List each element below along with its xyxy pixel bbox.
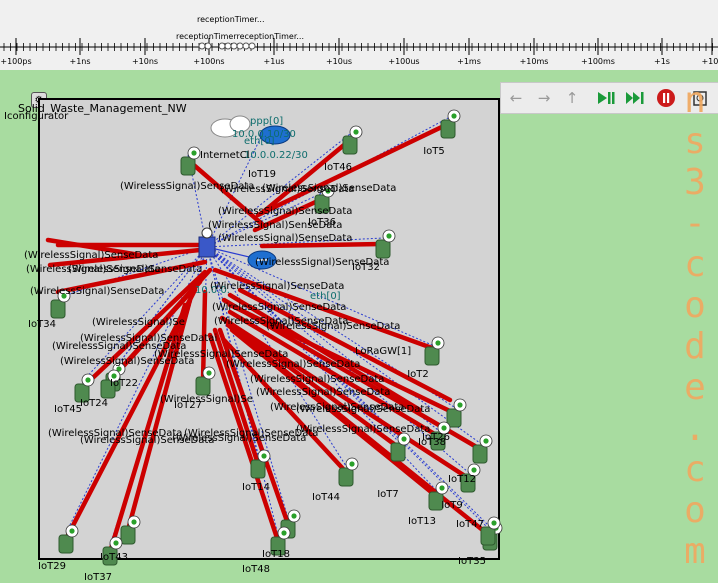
signal-label: (WirelessSignal)SenseData [68,264,202,275]
watermark-char: s [684,121,706,162]
watermark-char: o [684,490,706,531]
network-annotation: LoRaGW[1] [355,346,411,357]
watermark-char: 3 [684,162,706,203]
iot-label: IoT35 [458,556,486,567]
iot-node[interactable] [424,336,445,366]
iot-node[interactable] [195,366,216,396]
iot-label: IoT47 [456,519,484,530]
watermark-char: c [684,244,706,285]
signal-label: (WirelessSignal)SenseData [218,233,352,244]
signal-label: (WirelessSignal)SenseData [218,206,352,217]
signal-label: (WirelessSignal)SenseData [262,183,396,194]
signal-label: (WirelessSignal)SenseData [208,220,342,231]
watermark-char: . [684,408,706,449]
signal-label: (WirelessSignal)SenseData [266,321,400,332]
iot-label: IoT34 [28,319,56,330]
iot-node[interactable] [446,398,467,428]
iot-label: IoT24 [80,398,108,409]
network-annotation: eth[0] [310,291,341,302]
watermark-char: - [684,203,706,244]
iot-label: IoT46 [324,162,352,173]
iot-label: IoT14 [242,482,270,493]
iot-label: IoT13 [408,516,436,527]
signal-label: (WirelessSignal)SenseData [30,286,164,297]
iot-node[interactable] [338,457,359,487]
iot-label: IoT37 [84,572,112,583]
network-annotation: eth[0] [244,136,275,147]
iot-node[interactable] [375,229,396,259]
signal-label: (WirelessSignal)Se [92,317,185,328]
iot-label: IoT18 [262,549,290,560]
iot-label: IoT45 [54,404,82,415]
signal-label: (WirelessSignal)SenseData [210,281,344,292]
iot-label: IoT48 [242,564,270,575]
iot-label: IoT22 [110,378,138,389]
iot-label: IoT2 [407,369,429,380]
watermark: ns3-code.com [672,80,718,572]
iot-node[interactable] [390,432,411,462]
network-annotation: ppp[0] [250,116,283,127]
iot-node[interactable] [342,125,363,155]
iot-label: IoT44 [312,492,340,503]
network-annotation: 10.0.0.22/30 [244,150,308,161]
watermark-char: e [684,367,706,408]
signal-label: (WirelessSignal)SenseData [296,404,430,415]
signal-label: (WirelessSignal)Se [160,394,253,405]
signal-label: (WirelessSignal)SenseData [24,250,158,261]
signal-label: (WirelessSignal)SenseData [184,428,318,439]
signal-label: (WirelessSignal)SenseData [212,302,346,313]
iot-label: IoT5 [423,146,445,157]
network-annotation: InternetCl [200,150,249,161]
iot-label: IoT9 [441,500,463,511]
fast-forward-icon[interactable] [625,87,647,109]
signal-label: (WirelessSignal)SenseData [256,387,390,398]
iot-node[interactable] [472,434,493,464]
signal-label: (WirelessSignal)SenseData [226,359,360,370]
forward-arrow-icon[interactable]: → [533,87,555,109]
watermark-char: n [684,80,706,121]
back-arrow-icon[interactable]: ← [505,87,527,109]
iot-node[interactable] [440,109,461,139]
iot-label: IoT19 [248,169,276,180]
watermark-char: m [684,531,706,572]
iot-label: IoT12 [448,474,476,485]
up-arrow-icon[interactable]: ↑ [561,87,583,109]
signal-label: (WirelessSignal)SenseData [255,257,389,268]
watermark-char: o [684,285,706,326]
signal-label: (WirelessSignal)SenseData [250,374,384,385]
iot-label: IoT38 [418,437,446,448]
watermark-char: c [684,449,706,490]
step-icon[interactable] [595,87,617,109]
iot-node[interactable] [58,524,79,554]
iot-label: IoT29 [38,561,66,572]
iot-label: IoT43 [100,552,128,563]
iot-label: IoT7 [377,489,399,500]
iot-node[interactable] [120,515,141,545]
access-point-node[interactable] [198,227,216,258]
watermark-char: d [684,326,706,367]
